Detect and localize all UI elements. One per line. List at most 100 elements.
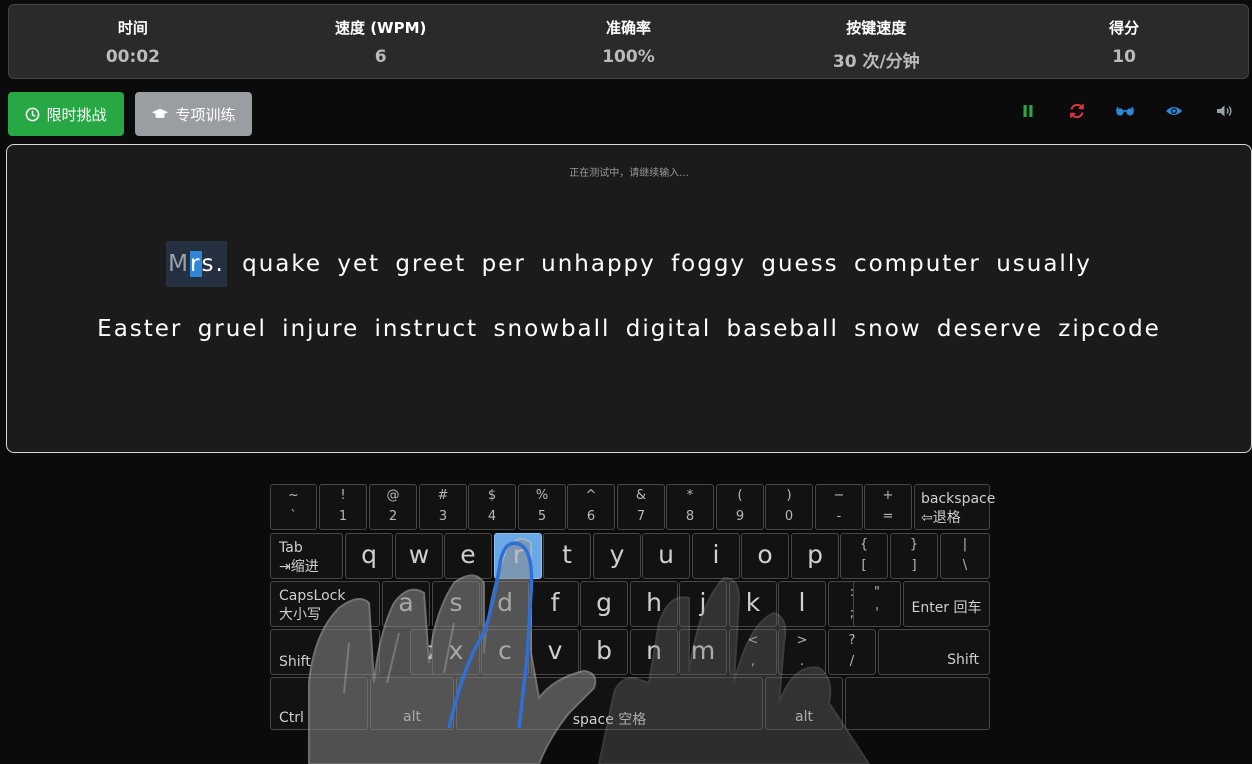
stat-score: 得分 10 xyxy=(1000,5,1248,78)
key-bottom-symbol: 0 xyxy=(784,509,794,524)
key-letter: x xyxy=(448,636,464,665)
restart-button[interactable] xyxy=(1066,101,1088,121)
key-capslock[interactable]: CapsLock 大小写 xyxy=(270,581,380,627)
key-minus[interactable]: − - xyxy=(815,484,863,530)
volume-icon xyxy=(1217,105,1232,117)
key-bottom-symbol: / xyxy=(849,654,855,669)
key-p[interactable]: p xyxy=(791,533,839,579)
key-q[interactable]: q xyxy=(345,533,393,579)
key-tab[interactable]: Tab ⇥缩进 xyxy=(270,533,343,579)
key-comma[interactable]: <, xyxy=(729,629,777,675)
key-o[interactable]: o xyxy=(741,533,789,579)
key-backtick[interactable]: ~ ` xyxy=(270,484,317,530)
key-a[interactable]: a xyxy=(382,581,430,627)
stat-speed: 速度 (WPM) 6 xyxy=(257,5,505,78)
key-backspace[interactable]: backspace ⇦退格 xyxy=(914,484,995,530)
key-top-symbol: | xyxy=(962,537,968,552)
key-3[interactable]: #3 xyxy=(419,484,467,530)
key-quote[interactable]: " ' xyxy=(853,581,901,627)
key-v[interactable]: v xyxy=(531,629,579,675)
key-e[interactable]: e xyxy=(444,533,492,579)
eye-button[interactable] xyxy=(1163,101,1185,121)
stat-accuracy: 准确率 100% xyxy=(505,5,753,78)
key-n[interactable]: n xyxy=(630,629,678,675)
key-label: Tab xyxy=(279,540,303,556)
key-right-ctrl[interactable] xyxy=(845,677,990,730)
key-period[interactable]: >. xyxy=(778,629,826,675)
key-8[interactable]: * 8 xyxy=(666,484,714,530)
special-training-label: 专项训练 xyxy=(175,105,236,124)
key-f[interactable]: f xyxy=(531,581,579,627)
key-bottom-symbol: 3 xyxy=(438,509,448,524)
key-label: Enter 回车 xyxy=(911,600,982,616)
key-i[interactable]: i xyxy=(692,533,740,579)
key-6[interactable]: ^ 6 xyxy=(567,484,615,530)
key-letter: g xyxy=(596,588,612,617)
key-letter: r xyxy=(512,540,524,569)
key-t[interactable]: t xyxy=(543,533,591,579)
key-bottom-symbol: ] xyxy=(911,558,917,573)
key-top-symbol: * xyxy=(686,488,694,503)
key-s[interactable]: s xyxy=(432,581,480,627)
stat-speed-label: 速度 (WPM) xyxy=(334,19,427,37)
key-x[interactable]: x xyxy=(432,629,480,675)
key-bottom-symbol: 4 xyxy=(487,509,497,524)
key-left-bracket[interactable]: {[ xyxy=(840,533,888,579)
special-training-button[interactable]: 专项训练 xyxy=(135,92,252,136)
timed-challenge-label: 限时挑战 xyxy=(46,105,107,124)
timed-challenge-button[interactable]: 限时挑战 xyxy=(8,92,124,136)
key-1[interactable]: ! 1 xyxy=(319,484,367,530)
typing-area[interactable]: 正在测试中，请继续输入... Mrs. quake yet greet per … xyxy=(6,144,1252,453)
key-r-active[interactable]: r xyxy=(494,533,542,579)
key-left-alt[interactable]: alt xyxy=(370,677,454,730)
key-sublabel: ⇦退格 xyxy=(921,510,961,526)
key-g[interactable]: g xyxy=(580,581,628,627)
key-j[interactable]: j xyxy=(679,581,727,627)
key-right-bracket[interactable]: }] xyxy=(890,533,938,579)
sound-button[interactable] xyxy=(1214,101,1236,121)
key-w[interactable]: w xyxy=(395,533,443,579)
key-0[interactable]: ) 0 xyxy=(765,484,813,530)
key-k[interactable]: k xyxy=(729,581,777,627)
key-letter: q xyxy=(361,540,377,569)
key-label: alt xyxy=(795,709,813,725)
key-d[interactable]: d xyxy=(481,581,529,627)
eye-icon xyxy=(1166,107,1182,115)
key-equals[interactable]: + = xyxy=(864,484,912,530)
cursor-char: r xyxy=(190,251,202,277)
key-7[interactable]: & 7 xyxy=(617,484,665,530)
key-m[interactable]: m xyxy=(679,629,727,675)
typed-chars: M xyxy=(168,251,191,277)
key-5[interactable]: % 5 xyxy=(518,484,566,530)
key-c[interactable]: c xyxy=(481,629,529,675)
key-l[interactable]: l xyxy=(778,581,826,627)
key-top-symbol: + xyxy=(882,488,894,503)
key-space[interactable]: space 空格 xyxy=(456,677,763,730)
key-ctrl[interactable]: Ctrl xyxy=(270,677,368,730)
key-enter[interactable]: Enter 回车 xyxy=(903,581,990,627)
pause-button[interactable] xyxy=(1017,101,1039,121)
key-2[interactable]: @2 xyxy=(369,484,417,530)
key-left-shift[interactable]: Shift xyxy=(270,629,380,675)
key-y[interactable]: y xyxy=(593,533,641,579)
key-b[interactable]: b xyxy=(580,629,628,675)
key-label: space 空格 xyxy=(572,712,647,728)
key-letter: w xyxy=(408,540,430,569)
key-h[interactable]: h xyxy=(630,581,678,627)
key-right-shift[interactable]: Shift xyxy=(878,629,990,675)
key-right-alt[interactable]: alt xyxy=(765,677,843,730)
key-u[interactable]: u xyxy=(642,533,690,579)
current-word-rest: s. xyxy=(201,251,225,277)
stat-keyspeed: 按键速度 30 次/分钟 xyxy=(752,5,1000,78)
key-slash[interactable]: ? / xyxy=(828,629,876,675)
key-9[interactable]: (9 xyxy=(716,484,764,530)
glasses-button[interactable] xyxy=(1114,101,1136,121)
key-bottom-symbol: [ xyxy=(861,558,867,573)
virtual-keyboard: ~ ` ! 1 @2 #3 $4 % 5 ^ 6 & 7 * 8 (9 ) 0 − - + = b… xyxy=(269,483,995,731)
key-backslash[interactable]: | \ xyxy=(940,533,990,579)
key-top-symbol: % xyxy=(535,488,549,503)
stat-accuracy-value: 100% xyxy=(602,47,655,67)
key-top-symbol: & xyxy=(635,488,647,503)
key-4[interactable]: $4 xyxy=(468,484,516,530)
stat-time-label: 时间 xyxy=(117,19,148,37)
